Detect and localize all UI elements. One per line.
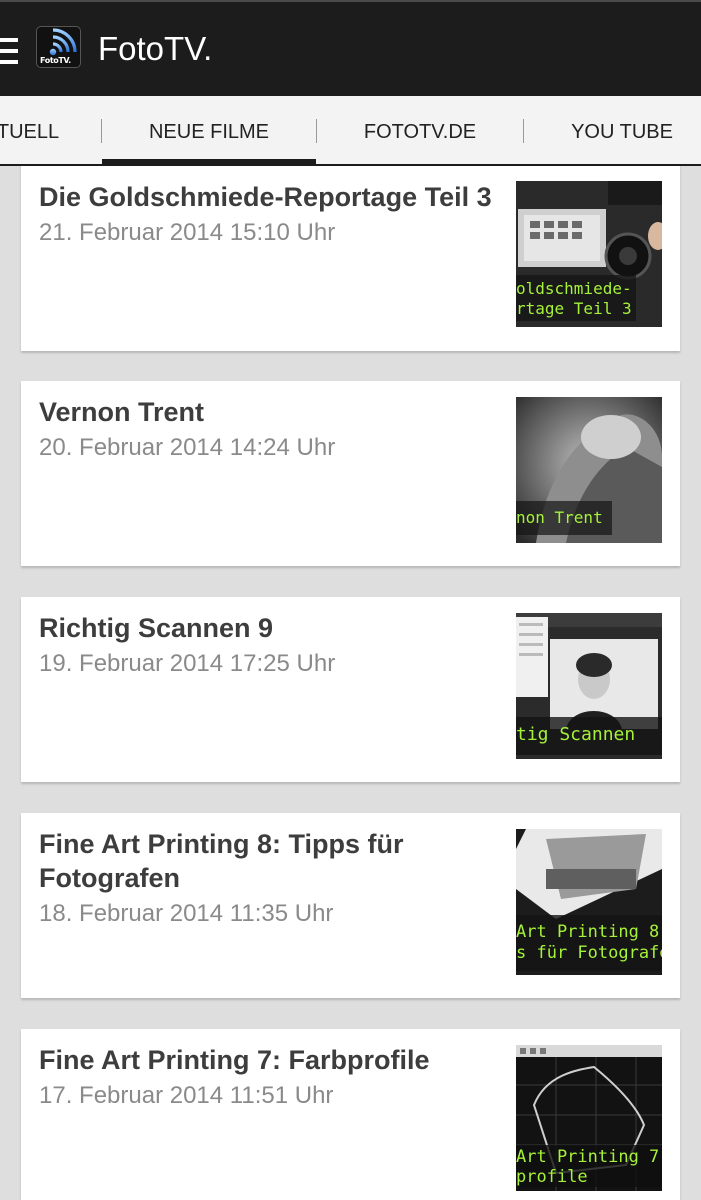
tab-neue-filme[interactable]: NEUE FILME <box>102 96 316 164</box>
list-item[interactable]: Die Goldschmiede-Reportage Teil 3 21. Fe… <box>21 166 680 351</box>
logo-text: FotoTV. <box>40 56 71 65</box>
thumbnail-caption-line: non Trent <box>516 508 603 527</box>
app-logo[interactable]: FotoTV. <box>36 26 81 68</box>
tab-aktuell[interactable]: TUELL <box>0 96 62 164</box>
app-title: FotoTV. <box>98 30 213 67</box>
list-item[interactable]: Richtig Scannen 9 19. Februar 2014 17:25… <box>21 597 680 782</box>
item-thumbnail: Art Printing 7: profile <box>516 1045 662 1191</box>
film-list[interactable]: Die Goldschmiede-Reportage Teil 3 21. Fe… <box>0 166 701 1200</box>
list-item[interactable]: Fine Art Printing 8: Tipps für Fotografe… <box>21 813 680 998</box>
item-date: 18. Februar 2014 11:35 Uhr <box>39 900 334 927</box>
thumbnail-caption-line: tig Scannen <box>516 724 636 745</box>
item-title: Vernon Trent <box>39 397 205 427</box>
hamburger-menu-icon[interactable] <box>0 38 18 64</box>
list-item[interactable]: Vernon Trent 20. Februar 2014 14:24 Uhr … <box>21 381 680 566</box>
item-date: 21. Februar 2014 15:10 Uhr <box>39 219 336 246</box>
tab-youtube[interactable]: YOU TUBE <box>524 96 701 164</box>
item-date: 17. Februar 2014 11:51 Uhr <box>39 1082 334 1109</box>
item-thumbnail: tig Scannen <box>516 613 662 759</box>
thumbnail-caption-line: Art Printing 8: <box>516 922 662 942</box>
item-thumbnail: non Trent <box>516 397 662 543</box>
item-title-line2: Fotografen <box>39 863 180 893</box>
tab-fototv-de[interactable]: FOTOTV.DE <box>317 96 523 164</box>
item-title: Fine Art Printing 7: Farbprofile <box>39 1045 430 1075</box>
thumbnail-caption-line: profile <box>516 1167 588 1187</box>
item-title: Richtig Scannen 9 <box>39 613 274 643</box>
item-title: Die Goldschmiede-Reportage Teil 3 <box>39 182 492 212</box>
tab-bar: TUELL NEUE FILME FOTOTV.DE YOU TUBE <box>0 96 701 166</box>
item-thumbnail: Art Printing 8: s für Fotografe <box>516 829 662 975</box>
thumbnail-caption-line: rtage Teil 3 <box>516 299 632 318</box>
item-date: 20. Februar 2014 14:24 Uhr <box>39 434 336 461</box>
thumbnail-caption-line: Art Printing 7: <box>516 1147 662 1167</box>
item-title: Fine Art Printing 8: Tipps für <box>39 829 404 859</box>
app-bar: FotoTV. FotoTV. <box>0 0 701 96</box>
item-date: 19. Februar 2014 17:25 Uhr <box>39 650 336 677</box>
item-thumbnail: oldschmiede- rtage Teil 3 <box>516 181 662 327</box>
list-item[interactable]: Fine Art Printing 7: Farbprofile 17. Feb… <box>21 1029 680 1200</box>
thumbnail-caption-line: oldschmiede- <box>516 279 632 298</box>
thumbnail-caption-line: s für Fotografe <box>516 943 662 963</box>
